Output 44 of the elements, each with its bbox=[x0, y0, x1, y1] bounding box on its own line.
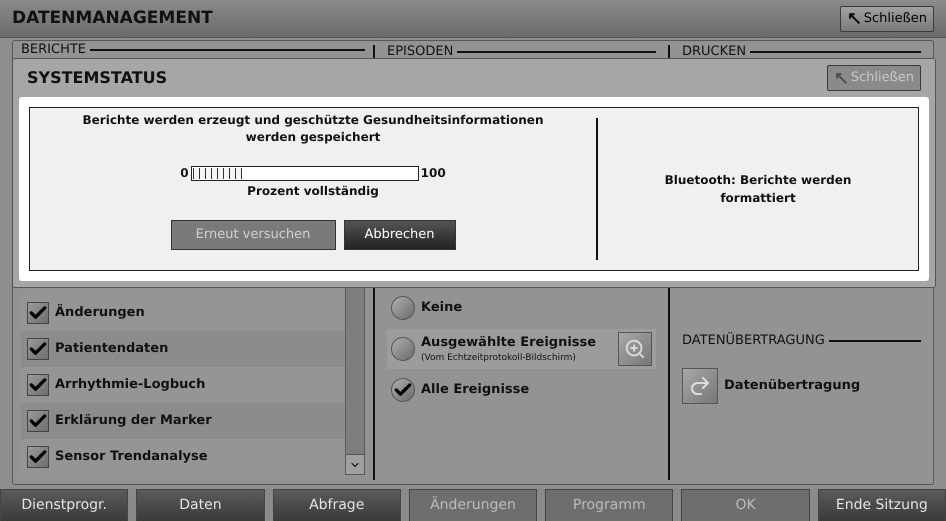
nav-button[interactable]: Ende Sitzung bbox=[818, 489, 946, 521]
radio-button[interactable] bbox=[391, 337, 415, 361]
radio-button[interactable] bbox=[391, 296, 415, 320]
progress-caption: Prozent vollständig bbox=[247, 183, 379, 200]
report-label: Sensor Trendanalyse bbox=[55, 448, 208, 466]
window-title: DATENMANAGEMENT bbox=[12, 6, 213, 30]
nav-button[interactable]: Dienstprogr. bbox=[0, 489, 128, 521]
scroll-down-icon[interactable] bbox=[346, 454, 364, 474]
arrow-icon bbox=[834, 70, 849, 86]
progress-min: 0 bbox=[180, 165, 189, 182]
checkbox[interactable] bbox=[27, 302, 49, 324]
checkbox[interactable] bbox=[27, 446, 49, 468]
episode-option[interactable]: Ausgewählte Ereignisse (Vom Echtzeitprotokoll-Bildschirm) bbox=[387, 329, 656, 369]
episode-option[interactable]: Keine bbox=[387, 291, 656, 325]
option-label: Keine bbox=[421, 299, 464, 318]
report-label: Änderungen bbox=[55, 303, 145, 322]
progress-max: 100 bbox=[420, 165, 446, 182]
close-button[interactable]: Schließen bbox=[840, 6, 934, 32]
report-row[interactable]: Patientendaten bbox=[21, 331, 345, 367]
section-title: DRUCKEN bbox=[682, 45, 746, 59]
nav-button[interactable]: Abfrage bbox=[272, 489, 401, 521]
report-label: Erklärung der Marker bbox=[55, 412, 212, 430]
checkbox[interactable] bbox=[27, 338, 49, 360]
option-label: Ausgewählte Ereignisse bbox=[421, 334, 598, 352]
report-label: Arrhythmie-Logbuch bbox=[55, 376, 206, 394]
checkbox[interactable] bbox=[27, 374, 49, 396]
status-message: Berichte werden erzeugt und geschützte Gesundheitsinformationen werden gespeichert bbox=[82, 112, 544, 146]
arrow-icon bbox=[846, 11, 862, 26]
option-note: (Vom Echtzeitprotokoll-Bildschirm) bbox=[421, 352, 577, 365]
option-label: Alle Ereignisse bbox=[421, 381, 530, 400]
section-title: EPISODEN bbox=[387, 45, 454, 59]
report-label: Patientendaten bbox=[55, 340, 168, 358]
dialog-button[interactable]: Abbrechen bbox=[344, 220, 456, 250]
transfer-label: Datenübertragung bbox=[724, 377, 860, 396]
checkbox[interactable] bbox=[27, 410, 49, 432]
report-row[interactable]: Erklärung der Marker bbox=[21, 403, 345, 439]
section-title: BERICHTE bbox=[21, 43, 86, 57]
radio-button[interactable] bbox=[391, 378, 415, 402]
zoom-icon[interactable] bbox=[618, 332, 652, 366]
section-title: DATENÜBERTRAGUNG bbox=[682, 334, 825, 348]
dialog-title: SYSTEMSTATUS bbox=[27, 67, 168, 89]
episode-option[interactable]: Alle Ereignisse bbox=[387, 373, 656, 407]
bluetooth-status: Bluetooth: Berichte werden formattiert bbox=[664, 172, 852, 207]
nav-button[interactable]: Daten bbox=[136, 489, 265, 521]
